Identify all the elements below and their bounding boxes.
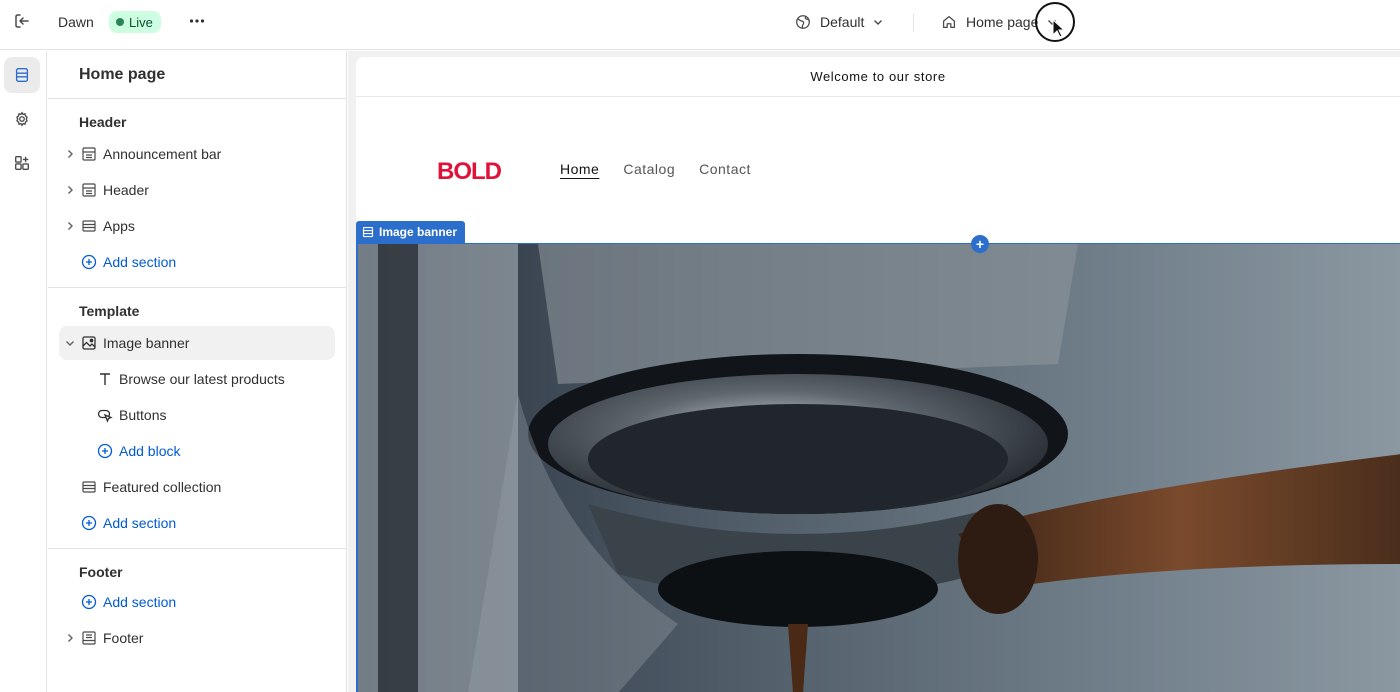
section-label: Featured collection bbox=[103, 479, 222, 495]
announcement-text: Welcome to our store bbox=[810, 69, 946, 84]
section-item-announcement-bar[interactable]: Announcement bar bbox=[59, 137, 335, 171]
section-label: Image banner bbox=[103, 335, 190, 351]
block-item-text[interactable]: Browse our latest products bbox=[59, 362, 335, 396]
chevron-down-icon[interactable] bbox=[64, 337, 76, 349]
chevron-down-icon bbox=[874, 20, 883, 25]
sections-sidebar: Home page Header Announcement bar Header… bbox=[48, 51, 347, 692]
section-item-footer[interactable]: Footer bbox=[59, 621, 335, 655]
chevron-right-icon[interactable] bbox=[64, 220, 76, 232]
status-dot-icon bbox=[116, 18, 124, 26]
add-section-marker-button[interactable]: + bbox=[971, 235, 989, 253]
store-logo[interactable]: BOLD bbox=[437, 158, 517, 185]
mouse-pointer-icon bbox=[1052, 18, 1066, 39]
top-bar: Dawn Live Default Home page bbox=[0, 0, 1400, 50]
divider bbox=[48, 98, 347, 99]
template-selector[interactable]: Default bbox=[794, 10, 884, 34]
footer-icon bbox=[82, 631, 96, 645]
chevron-right-icon[interactable] bbox=[64, 632, 76, 644]
image-banner[interactable] bbox=[356, 243, 1400, 692]
globe-icon bbox=[796, 15, 810, 29]
block-label: Browse our latest products bbox=[119, 371, 285, 387]
chevron-right-icon[interactable] bbox=[64, 184, 76, 196]
template-selector-label: Default bbox=[820, 14, 865, 30]
announcement-bar[interactable]: Welcome to our store bbox=[356, 57, 1400, 97]
group-title-header: Header bbox=[79, 114, 127, 130]
nav-link-home[interactable]: Home bbox=[560, 161, 599, 177]
divider bbox=[913, 14, 914, 32]
section-icon bbox=[82, 147, 96, 161]
section-icon bbox=[362, 226, 374, 238]
main-nav: Home Catalog Contact bbox=[560, 161, 751, 177]
home-icon bbox=[942, 15, 956, 29]
block-item-buttons[interactable]: Buttons bbox=[59, 398, 335, 432]
status-badge-label: Live bbox=[129, 14, 153, 30]
add-section-label: Add section bbox=[103, 515, 177, 531]
add-section-button[interactable]: Add section bbox=[59, 506, 335, 540]
button-icon bbox=[97, 409, 113, 423]
divider bbox=[48, 287, 347, 288]
add-circle-icon bbox=[81, 254, 97, 270]
settings-gear-icon[interactable] bbox=[4, 101, 40, 137]
section-label: Apps bbox=[103, 218, 135, 234]
group-title-footer: Footer bbox=[79, 564, 123, 580]
section-item-image-banner[interactable]: Image banner bbox=[59, 326, 335, 360]
add-circle-icon bbox=[97, 443, 113, 459]
app-blocks-icon[interactable] bbox=[4, 145, 40, 181]
add-circle-icon bbox=[81, 515, 97, 531]
text-icon bbox=[100, 373, 110, 385]
add-circle-icon bbox=[81, 594, 97, 610]
nav-link-contact[interactable]: Contact bbox=[699, 161, 751, 177]
section-label: Footer bbox=[103, 630, 144, 646]
add-block-button[interactable]: Add block bbox=[59, 434, 335, 468]
exit-icon[interactable] bbox=[12, 11, 32, 31]
espresso-machine-image bbox=[358, 244, 1400, 692]
section-item-apps[interactable]: Apps bbox=[59, 209, 335, 243]
add-block-label: Add block bbox=[119, 443, 181, 459]
section-label: Announcement bar bbox=[103, 146, 222, 162]
divider bbox=[48, 548, 347, 549]
add-section-label: Add section bbox=[103, 594, 177, 610]
selected-section-label: Image banner bbox=[379, 225, 458, 239]
block-label: Buttons bbox=[119, 407, 167, 423]
theme-name: Dawn bbox=[58, 14, 94, 30]
image-icon bbox=[82, 336, 96, 350]
sections-icon[interactable] bbox=[4, 57, 40, 93]
selected-section-tag[interactable]: Image banner bbox=[356, 221, 466, 243]
add-section-label: Add section bbox=[103, 254, 177, 270]
more-actions-icon[interactable] bbox=[187, 11, 207, 31]
section-item-featured-collection[interactable]: Featured collection bbox=[59, 470, 335, 504]
add-section-button[interactable]: Add section bbox=[59, 585, 335, 619]
nav-link-catalog[interactable]: Catalog bbox=[623, 161, 675, 177]
page-title: Home page bbox=[79, 66, 166, 83]
store-preview: Welcome to our store BOLD Home Catalog C… bbox=[356, 57, 1400, 692]
section-icon bbox=[82, 183, 96, 197]
add-section-button[interactable]: Add section bbox=[59, 245, 335, 279]
svg-text:BOLD: BOLD bbox=[437, 158, 502, 182]
section-label: Header bbox=[103, 182, 149, 198]
section-icon bbox=[82, 481, 96, 493]
page-selector-label: Home page bbox=[966, 14, 1039, 30]
left-rail bbox=[0, 51, 47, 692]
status-badge: Live bbox=[109, 11, 161, 33]
chevron-right-icon[interactable] bbox=[64, 148, 76, 160]
apps-section-icon bbox=[82, 220, 96, 232]
group-title-template: Template bbox=[79, 303, 140, 319]
section-item-header[interactable]: Header bbox=[59, 173, 335, 207]
